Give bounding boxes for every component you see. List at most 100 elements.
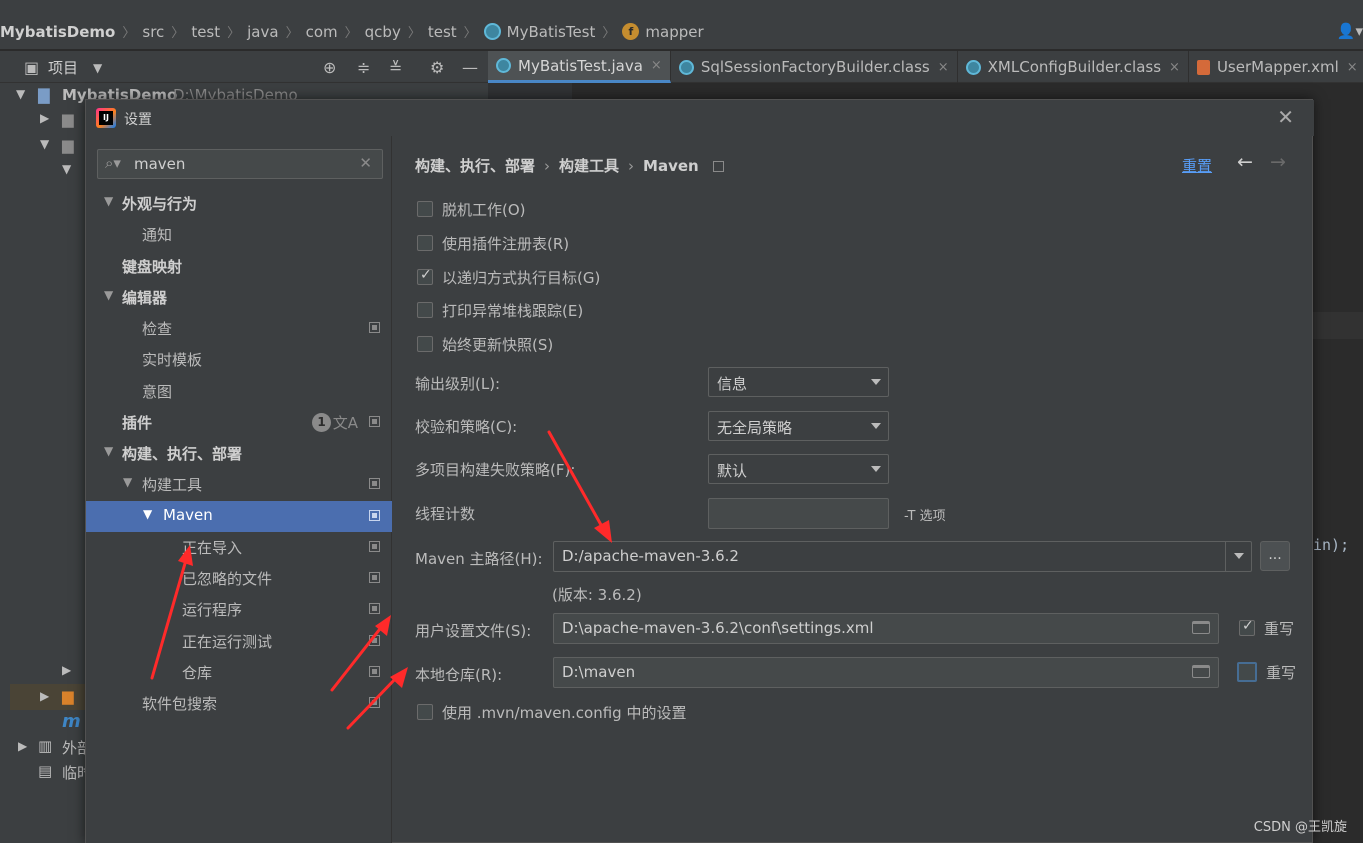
tree-item-build-tools[interactable]: ▼ 构建工具 — [86, 469, 392, 500]
libraries-icon: ▥ — [38, 737, 53, 755]
close-icon[interactable]: × — [1347, 60, 1358, 75]
nav-sep: 〉 — [122, 26, 136, 41]
user-settings-override-checkbox[interactable]: 重写 — [1239, 617, 1294, 639]
search-icon: ⌕▾ — [105, 154, 121, 172]
nav-crumb-test[interactable]: test — [191, 23, 220, 41]
reset-link[interactable]: 重置 — [1182, 155, 1212, 176]
navigation-bar: MybatisDemo 〉 src 〉 test 〉 java 〉 com 〉 qcby 〉… — [0, 14, 1363, 50]
project-title[interactable]: 项目 — [48, 57, 78, 78]
chevron-down-icon[interactable]: ▼ — [16, 87, 25, 101]
chevron-right-icon[interactable]: ▶ — [40, 689, 49, 703]
close-icon[interactable]: × — [938, 60, 949, 75]
tree-item-appearance-behavior[interactable]: ▼ 外观与行为 — [86, 188, 392, 219]
tree-item-repositories[interactable]: 仓库 — [86, 657, 392, 688]
chevron-down-icon: ▼ — [123, 475, 133, 489]
chevron-down-icon[interactable]: ▼ — [40, 137, 49, 151]
maven-home-select[interactable]: D:/apache-maven-3.6.2 — [553, 541, 1252, 572]
folder-icon: ▆ — [62, 110, 74, 128]
maven-home-label: Maven 主路径(H): — [415, 550, 543, 568]
page-icon — [369, 541, 380, 552]
close-icon[interactable]: × — [651, 58, 662, 73]
expand-all-icon[interactable]: ≑ — [357, 58, 370, 77]
tree-item-running-tests[interactable]: 正在运行测试 — [86, 626, 392, 657]
mvn-config-checkbox[interactable]: 使用 .mvn/maven.config 中的设置 — [417, 701, 686, 723]
nav-crumb-class[interactable]: MyBatisTest — [483, 23, 595, 41]
thread-count-input[interactable] — [708, 498, 889, 529]
local-repo-input[interactable]: D:\maven — [553, 657, 1219, 688]
folder-icon[interactable] — [1192, 665, 1210, 678]
breadcrumb-item-maven: Maven — [643, 157, 699, 175]
tree-item-importing[interactable]: 正在导入 — [86, 532, 392, 563]
chevron-right-icon[interactable]: ▶ — [18, 739, 27, 753]
nav-crumb-test-pkg[interactable]: test — [428, 23, 457, 41]
nav-sep: 〉 — [344, 26, 358, 41]
chevron-down-icon — [871, 466, 881, 472]
tree-item-package-search[interactable]: 软件包搜索 — [86, 688, 392, 719]
tree-item-inspections[interactable]: 检查 — [86, 313, 392, 344]
back-arrow-icon[interactable]: ← — [1237, 151, 1253, 173]
class-c-icon — [965, 59, 981, 75]
tree-item-ignored-files[interactable]: 已忽略的文件 — [86, 563, 392, 594]
breadcrumb-item-build[interactable]: 构建、执行、部署 — [415, 157, 535, 175]
chevron-right-icon[interactable]: ▶ — [62, 663, 71, 677]
minimize-icon[interactable]: — — [462, 58, 478, 77]
tab-usermapper[interactable]: UserMapper.xml × — [1189, 51, 1363, 83]
tab-mybatistest[interactable]: MyBatisTest.java × — [488, 51, 671, 83]
recursive-goals-checkbox[interactable]: 以递归方式执行目标(G) — [417, 266, 600, 288]
settings-search[interactable]: ⌕▾ ✕ — [97, 149, 383, 179]
nav-crumb-field[interactable]: f mapper — [622, 23, 704, 41]
user-settings-label: 用户设置文件(S): — [415, 622, 532, 640]
checksum-policy-select[interactable]: 无全局策略 — [708, 411, 889, 441]
gear-icon[interactable]: ⚙ — [430, 58, 444, 77]
forward-arrow-icon[interactable]: → — [1270, 151, 1286, 173]
update-snapshots-checkbox[interactable]: 始终更新快照(S) — [417, 333, 553, 355]
scratches-icon: ▤ — [38, 762, 53, 780]
tree-item-maven[interactable]: ▼ Maven — [86, 501, 392, 532]
nav-crumb-qcby[interactable]: qcby — [365, 23, 401, 41]
user-icon[interactable]: 👤▾ — [1337, 22, 1363, 40]
plugin-registry-checkbox[interactable]: 使用插件注册表(R) — [417, 232, 569, 254]
intellij-logo-icon — [96, 108, 116, 128]
maven-version-label: (版本: 3.6.2) — [552, 586, 642, 604]
tree-item-runner[interactable]: 运行程序 — [86, 594, 392, 625]
folder-icon: ▆ — [62, 136, 74, 154]
tree-item-editor[interactable]: ▼ 编辑器 — [86, 282, 392, 313]
output-level-select[interactable]: 信息 — [708, 367, 889, 397]
breadcrumb-item-build-tools[interactable]: 构建工具 — [559, 157, 619, 175]
page-icon — [369, 603, 380, 614]
page-icon — [369, 416, 380, 427]
tree-item-build-execution-deployment[interactable]: ▼ 构建、执行、部署 — [86, 438, 392, 469]
clear-icon[interactable]: ✕ — [359, 154, 372, 172]
tree-item-live-templates[interactable]: 实时模板 — [86, 344, 392, 375]
browse-button[interactable]: ... — [1260, 541, 1290, 571]
offline-checkbox[interactable]: 脱机工作(O) — [417, 198, 526, 220]
nav-crumb-com[interactable]: com — [306, 23, 338, 41]
chevron-right-icon[interactable]: ▶ — [40, 111, 49, 125]
tab-sqlsessionfactorybuilder[interactable]: SqlSessionFactoryBuilder.class × — [671, 51, 958, 83]
close-icon[interactable]: × — [1169, 60, 1180, 75]
nav-crumb-java[interactable]: java — [247, 23, 278, 41]
collapse-all-icon[interactable]: ≚ — [389, 58, 402, 77]
nav-crumb-project[interactable]: MybatisDemo — [0, 23, 115, 41]
print-stacktrace-checkbox[interactable]: 打印异常堆栈跟踪(E) — [417, 299, 583, 321]
search-input[interactable] — [134, 154, 354, 174]
tree-item-plugins[interactable]: 插件 1 文A — [86, 407, 392, 438]
chevron-down-icon[interactable]: ▼ — [62, 162, 71, 176]
tree-item-notifications[interactable]: 通知 — [86, 219, 392, 250]
folder-icon[interactable] — [1192, 621, 1210, 634]
close-icon[interactable]: ✕ — [1277, 105, 1294, 129]
tree-item-keymap[interactable]: 键盘映射 — [86, 251, 392, 282]
page-icon — [712, 161, 724, 172]
field-f-icon: f — [622, 23, 640, 40]
nav-crumb-src[interactable]: src — [142, 23, 164, 41]
chevron-down-icon[interactable]: ▼ — [93, 61, 102, 75]
local-repo-override-checkbox[interactable]: 重写 — [1237, 661, 1296, 683]
tree-item-intentions[interactable]: 意图 — [86, 376, 392, 407]
nav-sep: 〉 — [407, 26, 421, 41]
locate-icon[interactable]: ⊕ — [323, 58, 336, 77]
user-settings-input[interactable]: D:\apache-maven-3.6.2\conf\settings.xml — [553, 613, 1219, 644]
fail-policy-select[interactable]: 默认 — [708, 454, 889, 484]
tab-xmlconfigbuilder[interactable]: XMLConfigBuilder.class × — [958, 51, 1189, 83]
nav-sep: 〉 — [171, 26, 185, 41]
chevron-down-icon[interactable] — [1225, 542, 1251, 571]
